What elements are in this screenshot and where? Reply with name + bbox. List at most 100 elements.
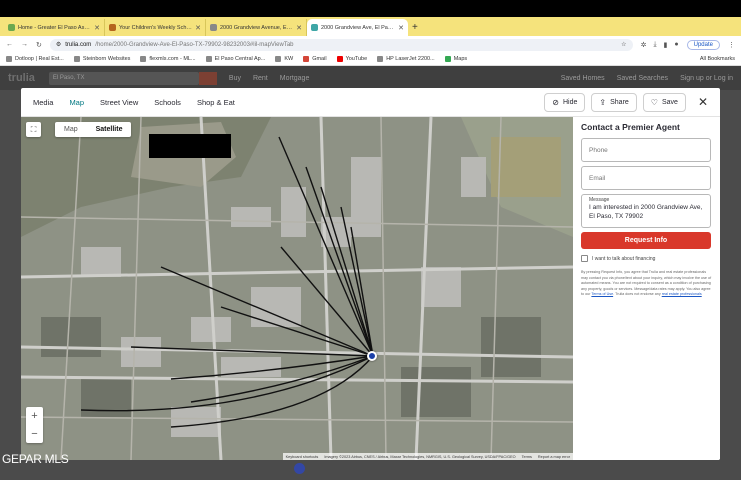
property-pin-icon[interactable] [367, 351, 377, 361]
browser-tab[interactable]: 2000 Grandview Avenue, El P... ✕ [206, 19, 307, 36]
forward-icon[interactable]: → [21, 41, 28, 48]
menu-icon[interactable]: ⋮ [728, 41, 735, 49]
listing-pin-icon [294, 463, 305, 474]
keyboard-shortcuts-link[interactable]: Keyboard shortcuts [286, 455, 319, 459]
modal-tabs: Media Map Street View Schools Shop & Eat… [21, 88, 720, 117]
zoom-in-button[interactable]: + [31, 410, 37, 422]
site-favicon-icon [311, 24, 318, 31]
map-attribution: Keyboard shortcuts Imagery ©2023 Airbus,… [282, 453, 573, 460]
saved-searches-link[interactable]: Saved Searches [617, 75, 668, 82]
folder-icon [275, 56, 282, 62]
share-icon: ⇪ [599, 97, 607, 107]
tab-schools[interactable]: Schools [154, 98, 181, 107]
nav-rent[interactable]: Rent [253, 75, 268, 82]
contact-agent-panel: Contact a Premier Agent Phone Email Mess… [573, 117, 720, 460]
back-icon[interactable]: ← [6, 41, 13, 48]
zoom-out-button[interactable]: − [31, 428, 37, 440]
bookmark-star-icon[interactable]: ☆ [621, 41, 626, 48]
bookmark-item[interactable]: El Paso Central Ap... [205, 56, 265, 62]
all-bookmarks[interactable]: All Bookmarks [697, 56, 735, 62]
modal-actions: ⊘ Hide ⇪ Share ♡ Save ✕ [544, 92, 708, 112]
browser-tab[interactable]: Home - Greater El Paso Asso... ✕ [4, 19, 105, 36]
request-info-button[interactable]: Request Info [581, 232, 711, 249]
header-nav: Buy Rent Mortgage [229, 75, 309, 82]
nav-mortgage[interactable]: Mortgage [280, 75, 310, 82]
new-tab-icon[interactable]: + [412, 22, 418, 33]
map-type-toggle: Map Satellite [55, 122, 132, 137]
bookmark-icon [205, 56, 212, 62]
email-field[interactable]: Email [581, 166, 711, 190]
heart-icon: ♡ [650, 97, 658, 107]
close-icon[interactable]: ✕ [698, 95, 708, 109]
maps-icon [444, 56, 451, 62]
saved-homes-link[interactable]: Saved Homes [561, 75, 605, 82]
save-button[interactable]: ♡ Save [642, 92, 686, 112]
screen: Home - Greater El Paso Asso... ✕ Your Chi… [0, 0, 741, 480]
fullscreen-icon[interactable]: ⛶ [26, 122, 41, 137]
disclaimer-text: By pressing Request Info, you agree that… [581, 270, 712, 297]
login-link[interactable]: Sign up or Log in [680, 75, 733, 82]
message-field[interactable]: Message I am interested in 2000 Grandvie… [581, 194, 711, 228]
location-search-input[interactable]: El Paso, TX [48, 71, 217, 85]
gmail-icon [303, 56, 310, 62]
trulia-header: trulia El Paso, TX Buy Rent Mortgage Sav… [0, 66, 741, 90]
tab-media[interactable]: Media [33, 98, 53, 107]
bookmark-item[interactable]: KW [275, 56, 293, 62]
reload-icon[interactable]: ↻ [36, 41, 42, 49]
terms-link[interactable]: Terms [522, 455, 532, 459]
bookmark-item[interactable]: flexmls.com - ML... [140, 56, 196, 62]
nav-buy[interactable]: Buy [229, 75, 241, 82]
search-icon[interactable] [198, 71, 217, 85]
browser-tab-active[interactable]: 2000 Grandview Ave, El Paso... ✕ [307, 19, 408, 36]
phone-field[interactable]: Phone [581, 138, 711, 162]
browser-tabbar: Home - Greater El Paso Asso... ✕ Your Chi… [0, 17, 741, 36]
address-bar: ← → ↻ ⚙ trulia.com/home/2000-Grandview-A… [0, 36, 741, 53]
site-favicon-icon [8, 24, 15, 31]
tab-map[interactable]: Map [69, 98, 84, 107]
hide-icon: ⊘ [552, 97, 559, 107]
trulia-logo[interactable]: trulia [8, 72, 35, 84]
top-bar [0, 0, 741, 17]
satellite-view-button[interactable]: Satellite [87, 126, 132, 133]
bookmark-item[interactable]: Maps [444, 56, 467, 62]
satellite-map[interactable]: ⛶ Map Satellite + − Keyboard shortcuts I… [21, 117, 573, 460]
url-input[interactable]: ⚙ trulia.com/home/2000-Grandview-Ave-El-… [49, 38, 633, 51]
download-icon[interactable]: ⤓ [653, 41, 656, 49]
contact-title: Contact a Premier Agent [581, 122, 680, 132]
extensions-icon[interactable]: ✲ [641, 41, 647, 49]
mls-watermark: GEPAR MLS [2, 452, 69, 466]
bookmark-item[interactable]: HP LaserJet 2200... [377, 56, 435, 62]
financing-checkbox[interactable] [581, 255, 588, 262]
sidebar-icon[interactable]: ▮ [664, 41, 668, 49]
bookmarks-bar: Dotloop | Real Est... Steinborn Websites… [0, 53, 741, 66]
hide-button[interactable]: ⊘ Hide [544, 92, 586, 112]
bookmark-item[interactable]: Dotloop | Real Est... [6, 56, 64, 62]
bookmark-item[interactable]: Gmail [303, 56, 327, 62]
bookmark-icon [377, 56, 384, 62]
close-icon[interactable]: ✕ [94, 24, 100, 32]
share-button[interactable]: ⇪ Share [591, 92, 637, 112]
report-map-error-link[interactable]: Report a map error [538, 455, 570, 459]
close-icon[interactable]: ✕ [195, 24, 201, 32]
bookmark-icon [6, 56, 12, 62]
map-view-button[interactable]: Map [55, 126, 87, 133]
real-estate-professionals-link[interactable]: real estate professionals [662, 292, 702, 296]
close-icon[interactable]: ✕ [296, 24, 302, 32]
financing-label: I want to talk about financing [592, 255, 656, 262]
toolbar-icons: ✲ ⤓ ▮ ● [641, 41, 679, 49]
terms-of-use-link[interactable]: Terms of Use [591, 292, 613, 296]
tab-street-view[interactable]: Street View [100, 98, 138, 107]
profile-avatar[interactable]: ● [674, 41, 678, 49]
property-modal: Media Map Street View Schools Shop & Eat… [21, 88, 720, 460]
site-favicon-icon [109, 24, 116, 31]
tab-shop-eat[interactable]: Shop & Eat [197, 98, 235, 107]
youtube-icon [336, 56, 343, 62]
financing-row: I want to talk about financing [581, 255, 712, 262]
update-button[interactable]: Update [686, 39, 720, 50]
bookmark-item[interactable]: YouTube [336, 56, 367, 62]
close-icon[interactable]: ✕ [398, 24, 404, 32]
bookmark-item[interactable]: Steinborn Websites [73, 56, 130, 62]
satellite-imagery [21, 117, 573, 460]
site-info-icon[interactable]: ⚙ [56, 41, 61, 48]
browser-tab[interactable]: Your Children's Weekly Scho... ✕ [105, 19, 206, 36]
